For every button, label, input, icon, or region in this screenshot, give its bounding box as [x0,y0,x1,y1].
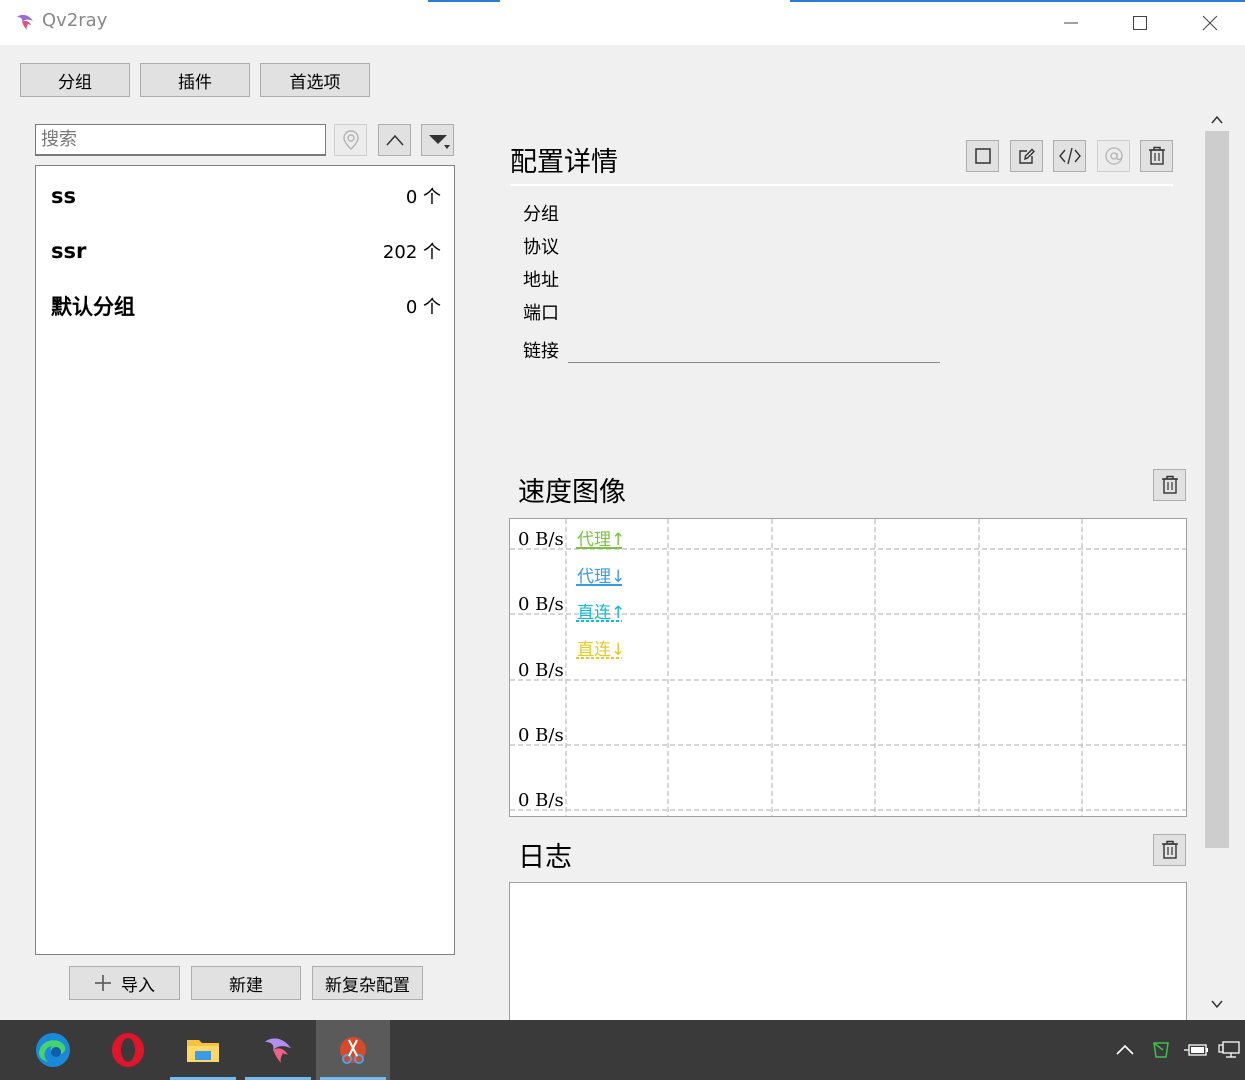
close-icon [1202,15,1218,30]
detail-label-port: 端口 [523,303,559,324]
plus-icon [95,975,111,991]
plugin-button-label: 插件 [178,72,212,93]
group-item-ssr[interactable]: ssr 202 个 [51,231,441,271]
log-title: 日志 [518,842,572,873]
expand-menu-button[interactable] [421,124,454,156]
folder-icon [187,1040,219,1062]
taskbar-qv2ray[interactable] [241,1020,315,1080]
qv2ray-logo-icon [17,14,33,30]
import-button-label: 导入 [121,975,155,996]
location-pin-icon [342,130,359,150]
edge-browser-icon [36,1033,70,1067]
group-list[interactable]: ss 0 个 ssr 202 个 默认分组 0 个 [35,165,455,955]
maximize-button[interactable] [1105,0,1175,45]
speed-chart-svg: 0 B/s 0 B/s 0 B/s 0 B/s 0 B/s 代理↑ 代理↓ 直连… [510,519,1186,816]
edit-button[interactable] [1010,140,1043,172]
caret-down-icon [428,135,450,149]
group-count: 202 个 [382,242,441,263]
group-count: 0 个 [405,187,441,208]
import-button[interactable]: 导入 [69,966,180,1000]
detail-label-link: 链接 [523,341,559,362]
group-button-label: 分组 [58,72,92,93]
chevron-up-icon [385,134,404,146]
group-name: 默认分组 [51,295,135,319]
minimize-icon [1064,22,1078,23]
new-button[interactable]: 新建 [191,966,301,1000]
group-name: ss [51,184,76,208]
taskbar-opera[interactable] [91,1020,165,1080]
config-details-title: 配置详情 [510,147,618,178]
code-icon [1058,147,1081,165]
tray-network-icon[interactable] [1215,1020,1245,1080]
scissors-icon [340,1037,366,1064]
json-edit-button[interactable] [1053,140,1086,172]
opera-browser-icon [112,1033,144,1067]
detail-label-protocol: 协议 [523,237,559,258]
shield-icon [1153,1042,1169,1058]
battery-plug-icon [1184,1044,1208,1056]
y-tick-label: 0 B/s [518,790,564,811]
window-title: Qv2ray [42,10,108,31]
qv2ray-logo-icon [264,1038,292,1064]
y-tick-label: 0 B/s [518,660,564,681]
taskbar-edge[interactable] [16,1020,90,1080]
chevron-up-icon [1116,1044,1134,1055]
speed-chart-title: 速度图像 [518,477,626,508]
trash-icon [1161,840,1178,859]
new-complex-config-label: 新复杂配置 [325,975,410,996]
chart-grid-horizontal [510,548,1186,811]
y-tick-label: 0 B/s [518,529,564,550]
y-tick-label: 0 B/s [518,725,564,746]
title-accent-line [428,0,500,2]
preferences-button[interactable]: 首选项 [260,63,370,97]
tray-app-icon[interactable] [1148,1020,1174,1080]
title-bar: Qv2ray [0,0,1245,45]
group-name: ssr [51,239,87,263]
scrollbar-thumb[interactable] [1205,131,1229,848]
detail-label-group: 分组 [523,204,559,225]
clear-speed-button[interactable] [1153,469,1186,501]
speed-chart: 0 B/s 0 B/s 0 B/s 0 B/s 0 B/s 代理↑ 代理↓ 直连… [509,518,1187,817]
link-value-field[interactable] [568,362,940,363]
select-connection-button[interactable] [966,140,999,172]
log-text-area[interactable] [509,882,1187,1022]
tray-power-icon[interactable] [1182,1020,1210,1080]
collapse-button[interactable] [378,124,411,156]
square-icon [974,148,991,164]
details-divider [510,184,1173,186]
minimize-button[interactable] [1036,0,1106,45]
detail-label-address: 地址 [523,270,559,291]
maximize-icon [1133,15,1147,30]
scroll-down-icon[interactable] [1209,997,1225,1011]
delete-connection-button[interactable] [1140,140,1173,172]
taskbar-file-explorer[interactable] [166,1020,240,1080]
trash-icon [1148,146,1165,165]
tray-overflow-button[interactable] [1110,1020,1140,1080]
latency-test-button[interactable] [1097,140,1130,172]
group-button[interactable]: 分组 [20,63,130,97]
network-icon [1218,1041,1240,1058]
edit-icon [1018,148,1035,164]
group-item-default[interactable]: 默认分组 0 个 [51,286,441,326]
locate-button[interactable] [334,124,367,156]
clear-log-button[interactable] [1153,834,1186,866]
group-item-ss[interactable]: ss 0 个 [51,176,441,216]
preferences-button-label: 首选项 [289,72,341,93]
taskbar-snipping-tool[interactable] [316,1020,390,1080]
group-count: 0 个 [405,297,441,318]
new-button-label: 新建 [229,975,263,996]
trash-icon [1161,475,1178,494]
new-complex-config-button[interactable]: 新复杂配置 [312,966,423,1000]
scroll-up-icon[interactable] [1209,113,1225,127]
chart-grid-vertical [565,519,1083,816]
at-sign-icon [1104,147,1123,165]
search-input[interactable] [35,124,326,156]
close-button[interactable] [1175,0,1245,45]
y-tick-label: 0 B/s [518,594,564,615]
plugin-button[interactable]: 插件 [140,63,250,97]
